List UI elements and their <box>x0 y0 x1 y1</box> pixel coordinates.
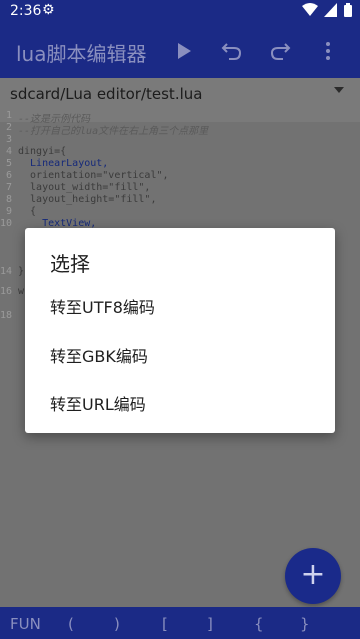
symbol-fun[interactable]: FUN <box>10 615 41 633</box>
symbol-close-paren[interactable]: ) <box>114 615 120 633</box>
code-line: 6 orientation="vertical", <box>5 170 169 181</box>
app-toolbar: lua脚本编辑器 <box>0 24 360 78</box>
code-line: 3 <box>5 134 12 145</box>
code-line: 1 --这是示例代码 <box>0 110 360 125</box>
more-vert-icon <box>326 42 330 60</box>
status-time: 2:36 <box>10 3 42 19</box>
symbol-close-brace[interactable]: } <box>300 615 310 633</box>
symbol-open-paren[interactable]: ( <box>68 615 74 633</box>
file-path: sdcard/Lua editor/test.lua <box>10 85 203 103</box>
option-utf8[interactable]: 转至UTF8编码 <box>50 294 155 318</box>
app-title: lua脚本编辑器 <box>16 42 147 66</box>
code-line: 2 --打开自己的lua文件在右上角三个点那里 <box>5 122 209 137</box>
redo-button[interactable] <box>258 34 302 68</box>
symbol-bar: FUN ( ) [ ] { } <box>0 607 360 639</box>
code-line: 4 dingyi={ <box>5 146 67 157</box>
symbol-close-bracket[interactable]: ] <box>207 615 213 633</box>
toolbar-actions <box>162 34 350 68</box>
code-line: 9 { <box>5 206 37 217</box>
undo-button[interactable] <box>210 34 254 68</box>
gear-icon: ⚙ <box>42 2 55 18</box>
run-button[interactable] <box>162 34 206 68</box>
play-icon <box>178 43 191 59</box>
code-line: 7 layout_width="fill", <box>5 182 151 193</box>
redo-icon <box>270 43 291 60</box>
wifi-icon <box>302 3 318 16</box>
status-bar: 2:36 ⚙ <box>0 0 360 24</box>
symbol-open-bracket[interactable]: [ <box>162 615 168 633</box>
code-line: 8 layout_height="fill", <box>5 194 157 205</box>
plus-icon: + <box>300 557 326 592</box>
dialog-title: 选择 <box>50 252 90 276</box>
code-line: 5 LinearLayout, <box>5 158 109 169</box>
dropdown-arrow-icon <box>334 87 344 93</box>
signal-icon <box>324 3 337 17</box>
battery-icon <box>344 3 352 17</box>
status-icons <box>302 3 352 17</box>
file-path-selector[interactable]: sdcard/Lua editor/test.lua <box>0 78 360 110</box>
option-url[interactable]: 转至URL编码 <box>50 391 146 415</box>
add-button[interactable]: + <box>285 548 341 604</box>
symbol-open-brace[interactable]: { <box>254 615 264 633</box>
encoding-choice-dialog: 选择 转至UTF8编码 转至GBK编码 转至URL编码 <box>25 228 335 433</box>
more-options-button[interactable] <box>306 34 350 68</box>
option-gbk[interactable]: 转至GBK编码 <box>50 343 148 367</box>
undo-icon <box>221 43 242 60</box>
